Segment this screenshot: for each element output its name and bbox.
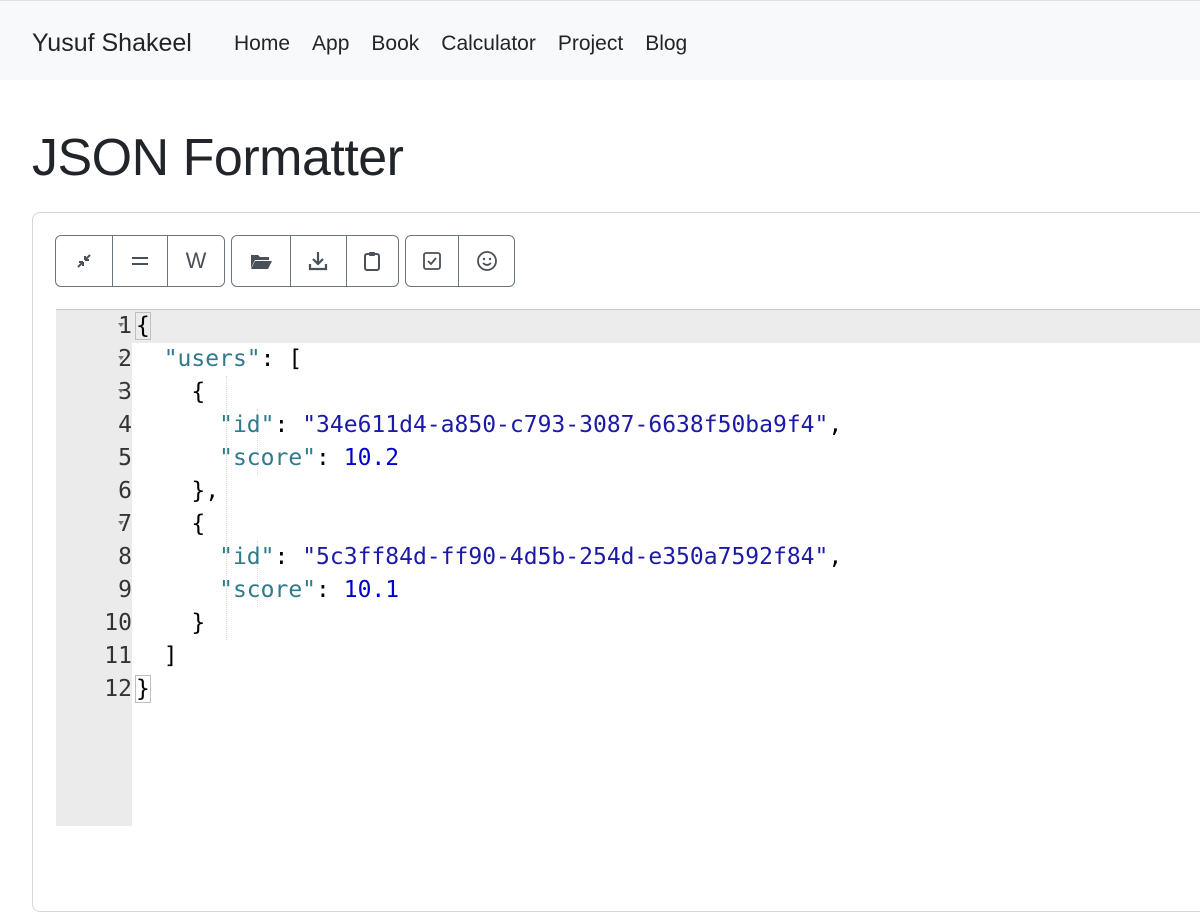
- page-title: JSON Formatter: [32, 129, 404, 187]
- brand-link[interactable]: Yusuf Shakeel: [32, 28, 192, 58]
- code-line: 1 {: [56, 310, 1200, 343]
- format-button[interactable]: [113, 236, 168, 286]
- line-number: 4: [118, 412, 132, 438]
- code-line: 3 {: [56, 376, 1200, 409]
- compress-icon: [74, 251, 94, 271]
- code-text: {: [135, 312, 151, 340]
- validate-icon: [422, 251, 442, 271]
- fold-toggle-icon[interactable]: [118, 389, 124, 393]
- nav-link-app[interactable]: App: [312, 30, 349, 58]
- fold-toggle-icon[interactable]: [118, 521, 124, 525]
- extra-button-group: [405, 235, 515, 287]
- compact-button[interactable]: [56, 236, 113, 286]
- line-number: 11: [104, 643, 132, 669]
- wrap-button[interactable]: W: [168, 236, 224, 286]
- line-number: 8: [118, 544, 132, 570]
- line-number: 6: [118, 478, 132, 504]
- line-number: 9: [118, 577, 132, 603]
- code-text: "users": [: [163, 346, 303, 372]
- download-button[interactable]: [291, 236, 347, 286]
- code-line: 10 }: [56, 607, 1200, 640]
- format-button-group: W: [55, 235, 225, 287]
- code-text: }: [136, 610, 206, 636]
- nav-links: Home App Book Calculator Project Blog: [234, 30, 709, 58]
- code-line: 2 "users": [: [56, 343, 1200, 376]
- code-line: 8 "id": "5c3ff84d-ff90-4d5b-254d-e350a75…: [56, 541, 1200, 574]
- json-editor[interactable]: 1 { 2 "users": [ 3 { 4 "id": "34e611d4-a…: [56, 309, 1200, 826]
- line-number: 12: [104, 676, 132, 702]
- format-icon: [130, 254, 150, 268]
- emoji-button[interactable]: [459, 236, 514, 286]
- fold-toggle-icon[interactable]: [118, 323, 124, 327]
- validate-button[interactable]: [406, 236, 460, 286]
- nav-link-home[interactable]: Home: [234, 30, 290, 58]
- smiley-icon: [476, 250, 498, 272]
- code-line: 11 ]: [56, 640, 1200, 673]
- copy-button[interactable]: [347, 236, 398, 286]
- open-file-button[interactable]: [232, 236, 292, 286]
- code-text: "id": "34e611d4-a850-c793-3087-6638f50ba…: [219, 412, 843, 438]
- nav-link-book[interactable]: Book: [371, 30, 419, 58]
- nav-link-blog[interactable]: Blog: [645, 30, 687, 58]
- wrap-icon: W: [185, 248, 207, 273]
- code-text: "id": "5c3ff84d-ff90-4d5b-254d-e350a7592…: [219, 544, 843, 570]
- code-text: {: [136, 379, 206, 405]
- code-text: ]: [136, 643, 178, 669]
- download-icon: [307, 250, 329, 272]
- navbar: Yusuf Shakeel Home App Book Calculator P…: [0, 0, 1200, 80]
- fold-toggle-icon[interactable]: [118, 356, 124, 360]
- nav-link-calculator[interactable]: Calculator: [441, 30, 536, 58]
- code-line: 7 {: [56, 508, 1200, 541]
- file-button-group: [231, 235, 399, 287]
- code-text: },: [136, 478, 220, 504]
- line-number: 5: [118, 445, 132, 471]
- folder-open-icon: [249, 251, 273, 271]
- code-text: }: [135, 675, 151, 703]
- code-line: 9 "score": 10.1: [56, 574, 1200, 607]
- code-line: 6 },: [56, 475, 1200, 508]
- code-text: {: [136, 511, 206, 537]
- nav-link-project[interactable]: Project: [558, 30, 623, 58]
- line-number: 10: [104, 610, 132, 636]
- clipboard-icon: [362, 250, 382, 272]
- code-text: "score": 10.1: [219, 577, 400, 603]
- code-line: 5 "score": 10.2: [56, 442, 1200, 475]
- code-line: 4 "id": "34e611d4-a850-c793-3087-6638f50…: [56, 409, 1200, 442]
- code-line: 12 }: [56, 673, 1200, 706]
- code-text: "score": 10.2: [219, 445, 400, 471]
